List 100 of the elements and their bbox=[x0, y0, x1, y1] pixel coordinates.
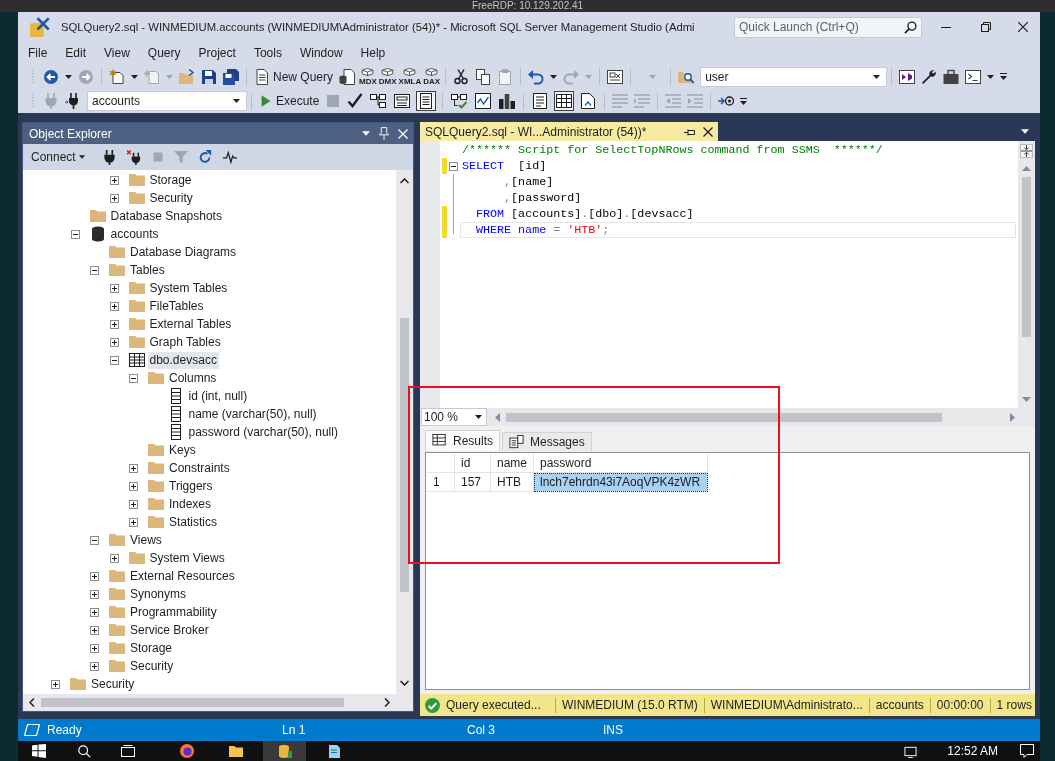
pulse-icon[interactable] bbox=[221, 150, 238, 164]
menu-item[interactable]: File bbox=[19, 44, 57, 62]
menu-item[interactable]: View bbox=[95, 44, 139, 62]
tree-item[interactable]: Indexes bbox=[167, 495, 214, 513]
vertical-scrollbar[interactable] bbox=[396, 170, 413, 694]
arrow-target-icon[interactable] bbox=[718, 93, 735, 109]
tree-item[interactable]: External Resources bbox=[128, 567, 237, 585]
query-type-button[interactable]: DMX bbox=[377, 66, 398, 87]
expand-icon[interactable] bbox=[109, 283, 119, 293]
tree-item[interactable]: accounts bbox=[108, 225, 161, 243]
tree-item[interactable]: Columns bbox=[167, 369, 219, 387]
tree-item[interactable]: Views bbox=[128, 531, 164, 549]
find-combo[interactable]: user bbox=[700, 66, 888, 87]
table-cell[interactable]: lnch7ehrdn43i7AoqVPK4zWR bbox=[534, 473, 708, 492]
split-icon[interactable] bbox=[1020, 144, 1033, 158]
task-view-icon[interactable] bbox=[121, 745, 135, 757]
results-tab[interactable]: Messages bbox=[502, 432, 592, 451]
expand-icon[interactable] bbox=[90, 589, 99, 599]
menu-item[interactable]: Tools bbox=[244, 44, 291, 62]
wrench-icon[interactable] bbox=[921, 68, 938, 85]
vertical-scrollbar[interactable] bbox=[1018, 141, 1035, 408]
collapse-icon[interactable] bbox=[90, 535, 99, 545]
overflow-icon[interactable] bbox=[1000, 73, 1008, 80]
zoom-combo[interactable]: 100 % bbox=[421, 408, 487, 426]
toggle-button[interactable] bbox=[392, 91, 413, 111]
caret-icon[interactable] bbox=[987, 74, 995, 79]
scroll-thumb[interactable] bbox=[506, 412, 942, 422]
toolbar-grip-icon[interactable] bbox=[32, 93, 37, 109]
query-type-button[interactable]: MDX bbox=[358, 66, 378, 87]
tree-item[interactable]: Programmability bbox=[128, 603, 219, 621]
scroll-left-icon[interactable] bbox=[29, 698, 35, 707]
expand-icon[interactable] bbox=[109, 319, 119, 329]
tree-item[interactable]: Security bbox=[128, 657, 176, 675]
menu-item[interactable]: Help bbox=[351, 44, 395, 62]
tree-item[interactable]: Storage bbox=[128, 639, 175, 657]
tree-item[interactable]: Constraints bbox=[167, 459, 232, 477]
tree-item[interactable]: password (varchar(50), null) bbox=[186, 423, 340, 441]
tree-item[interactable]: Security bbox=[89, 675, 137, 693]
caret-icon[interactable] bbox=[1021, 129, 1029, 134]
toggle-button[interactable] bbox=[554, 91, 575, 111]
tree-item[interactable]: name (varchar(50), null) bbox=[186, 405, 319, 423]
expand-icon[interactable] bbox=[51, 679, 60, 689]
collapse-icon[interactable] bbox=[449, 161, 458, 171]
arrows-window-icon[interactable] bbox=[899, 68, 916, 85]
scroll-thumb[interactable] bbox=[1022, 177, 1031, 337]
tree-item[interactable]: External Tables bbox=[147, 315, 234, 333]
tree-item[interactable]: Database Diagrams bbox=[128, 243, 239, 261]
document-tab[interactable]: SQLQuery2.sql - WI...Administrator (54))* bbox=[420, 122, 719, 141]
refresh-icon[interactable] bbox=[197, 150, 212, 164]
tree-item[interactable]: Statistics bbox=[167, 513, 219, 531]
tree-item[interactable]: dbo.devsacc bbox=[147, 351, 219, 369]
results-tab[interactable]: Results bbox=[425, 430, 500, 451]
expand-icon[interactable] bbox=[90, 607, 99, 617]
taskbar-app[interactable] bbox=[263, 741, 306, 761]
expand-icon[interactable] bbox=[109, 337, 119, 347]
collapse-icon[interactable] bbox=[129, 373, 138, 383]
expand-icon[interactable] bbox=[109, 553, 119, 563]
tree-item[interactable]: Storage bbox=[147, 171, 194, 189]
caret-icon[interactable] bbox=[65, 74, 72, 79]
expand-icon[interactable] bbox=[129, 499, 138, 509]
tree-item[interactable]: Security bbox=[147, 189, 195, 207]
toggle-button[interactable] bbox=[368, 91, 389, 111]
menu-item[interactable]: Query bbox=[138, 44, 190, 62]
plug-arrow-icon[interactable] bbox=[65, 93, 81, 109]
search-icon[interactable] bbox=[78, 744, 91, 758]
start-icon[interactable] bbox=[32, 744, 46, 758]
scroll-thumb[interactable] bbox=[400, 318, 409, 592]
tree-item[interactable]: id (int, null) bbox=[186, 387, 250, 405]
code-editor[interactable]: /****** Script for SelectTopNRows command from SSMS ******/ SELECT [id] ,[name] ,[password] FROM [accounts].[dbo].[devsacc] WHERE name = 'HTB'; bbox=[420, 141, 1035, 408]
back-icon[interactable] bbox=[43, 68, 59, 85]
menu-item[interactable]: Edit bbox=[56, 44, 96, 62]
query-type-button[interactable]: DAX bbox=[422, 66, 442, 87]
expand-icon[interactable] bbox=[109, 175, 119, 185]
caret-icon[interactable] bbox=[362, 131, 370, 136]
scroll-thumb[interactable] bbox=[41, 698, 344, 707]
tree-item[interactable]: System Views bbox=[147, 549, 227, 567]
expand-icon[interactable] bbox=[129, 481, 138, 491]
database-combo[interactable]: accounts bbox=[87, 91, 247, 111]
window-icon[interactable] bbox=[607, 68, 624, 85]
tree-item[interactable]: Triggers bbox=[167, 477, 215, 495]
tree-item[interactable]: Service Broker bbox=[128, 621, 211, 639]
close-icon[interactable] bbox=[703, 126, 714, 137]
connect-button[interactable]: Connect bbox=[29, 148, 89, 166]
expand-icon[interactable] bbox=[90, 571, 99, 581]
scroll-right-icon[interactable] bbox=[384, 698, 390, 707]
tree-item[interactable]: FileTables bbox=[147, 297, 206, 315]
expand-icon[interactable] bbox=[90, 661, 99, 671]
copy-icon[interactable] bbox=[475, 68, 492, 85]
tree-item[interactable]: System Tables bbox=[147, 279, 230, 297]
caret-icon[interactable] bbox=[131, 74, 138, 79]
checkmark-icon[interactable] bbox=[347, 93, 364, 109]
expand-icon[interactable] bbox=[109, 193, 119, 203]
new-query-button[interactable]: New Query bbox=[251, 66, 337, 87]
tree-item[interactable]: Database Snapshots bbox=[108, 207, 224, 225]
expand-icon[interactable] bbox=[90, 643, 99, 653]
new-document-icon[interactable] bbox=[109, 68, 125, 85]
terminal-icon[interactable] bbox=[965, 68, 982, 85]
cut-icon[interactable] bbox=[453, 68, 470, 85]
collapse-icon[interactable] bbox=[90, 265, 99, 275]
monitor-icon[interactable] bbox=[904, 744, 918, 758]
